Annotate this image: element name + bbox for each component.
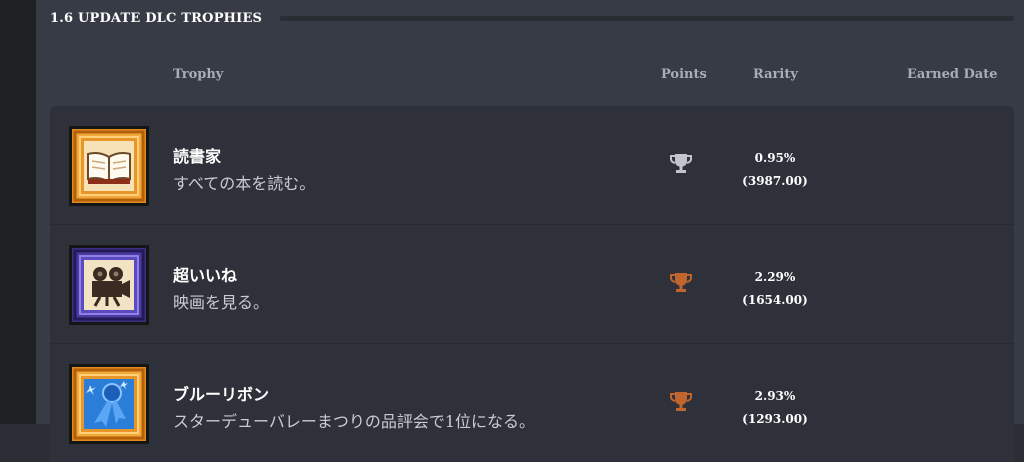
column-header-earned-date[interactable]: Earned Date xyxy=(907,67,998,82)
section-title: 1.6 UPDATE DLC TROPHIES xyxy=(50,10,263,26)
trophy-description: 映画を見る。 xyxy=(173,293,270,312)
rarity-points: (1293.00) xyxy=(742,412,808,426)
trophy-row[interactable]: 超いいね 映画を見る。 2.29% (1654.00) xyxy=(50,224,1014,343)
open-book-icon xyxy=(69,126,149,206)
rarity-percent: 0.95% xyxy=(754,151,796,165)
bronze-trophy-icon xyxy=(670,271,692,295)
trophy-list: 読書家 すべての本を読む。 0.95% (3987.00) 超いいね 映画を見る… xyxy=(50,106,1014,462)
rarity-value: 2.29% (1654.00) xyxy=(735,266,815,312)
trophy-row[interactable]: 読書家 すべての本を読む。 0.95% (3987.00) xyxy=(50,106,1014,224)
column-header-points[interactable]: Points xyxy=(661,67,707,82)
blue-ribbon-icon xyxy=(69,364,149,444)
trophy-name: ブルーリボン xyxy=(173,385,270,404)
rarity-value: 0.95% (3987.00) xyxy=(735,147,815,193)
left-gutter xyxy=(0,0,36,424)
section-divider xyxy=(280,16,1014,21)
trophy-description: すべての本を読む。 xyxy=(173,174,316,193)
rarity-value: 2.93% (1293.00) xyxy=(735,385,815,431)
rarity-points: (1654.00) xyxy=(742,293,808,307)
silver-trophy-icon xyxy=(670,152,692,176)
section-header: 1.6 UPDATE DLC TROPHIES xyxy=(50,8,262,28)
bronze-trophy-icon xyxy=(670,390,692,414)
movie-camera-icon xyxy=(69,245,149,325)
trophy-row[interactable]: ブルーリボン スターデューバレーまつりの品評会で1位になる。 2.93% (12… xyxy=(50,343,1014,462)
trophy-name: 読書家 xyxy=(173,147,222,166)
rarity-percent: 2.93% xyxy=(754,389,796,403)
column-header-trophy[interactable]: Trophy xyxy=(173,67,223,82)
trophy-name: 超いいね xyxy=(173,266,238,285)
rarity-points: (3987.00) xyxy=(742,174,808,188)
trophy-description: スターデューバレーまつりの品評会で1位になる。 xyxy=(173,412,536,431)
rarity-percent: 2.29% xyxy=(754,270,796,284)
column-header-rarity[interactable]: Rarity xyxy=(753,67,798,82)
